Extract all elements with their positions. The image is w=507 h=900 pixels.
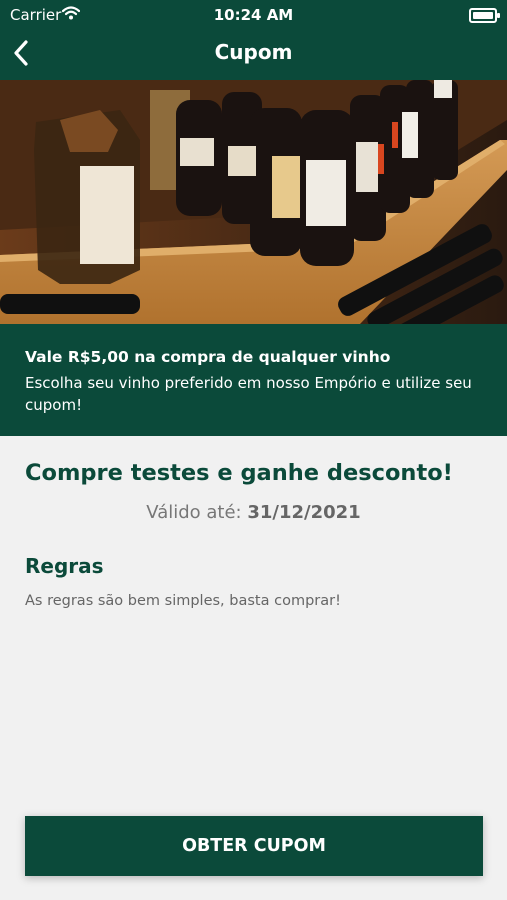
coupon-hero-image <box>0 80 507 324</box>
coupon-offer-title: Vale R$5,00 na compra de qualquer vinho <box>25 348 391 366</box>
get-coupon-label: OBTER CUPOM <box>182 836 326 856</box>
get-coupon-button[interactable]: OBTER CUPOM <box>25 816 483 876</box>
validity-info: Válido até: 31/12/2021 <box>0 502 507 523</box>
coupon-headline: Compre testes e ganhe desconto! <box>25 460 453 486</box>
coupon-banner: Vale R$5,00 na compra de qualquer vinho … <box>0 324 507 436</box>
battery-icon <box>469 8 500 23</box>
coupon-offer-description: Escolha seu vinho preferido em nosso Emp… <box>25 374 472 414</box>
rules-heading: Regras <box>25 554 104 578</box>
validity-date: 31/12/2021 <box>247 502 361 523</box>
validity-label: Válido até: <box>146 502 242 523</box>
rules-text: As regras são bem simples, basta comprar… <box>25 593 341 609</box>
page-title: Cupom <box>214 40 293 64</box>
status-bar: Carrier 10:24 AM <box>0 0 507 28</box>
top-bar: Carrier 10:24 AM Cupom <box>0 0 507 80</box>
navigation-bar: Cupom <box>0 30 507 75</box>
status-time: 10:24 AM <box>213 6 294 24</box>
